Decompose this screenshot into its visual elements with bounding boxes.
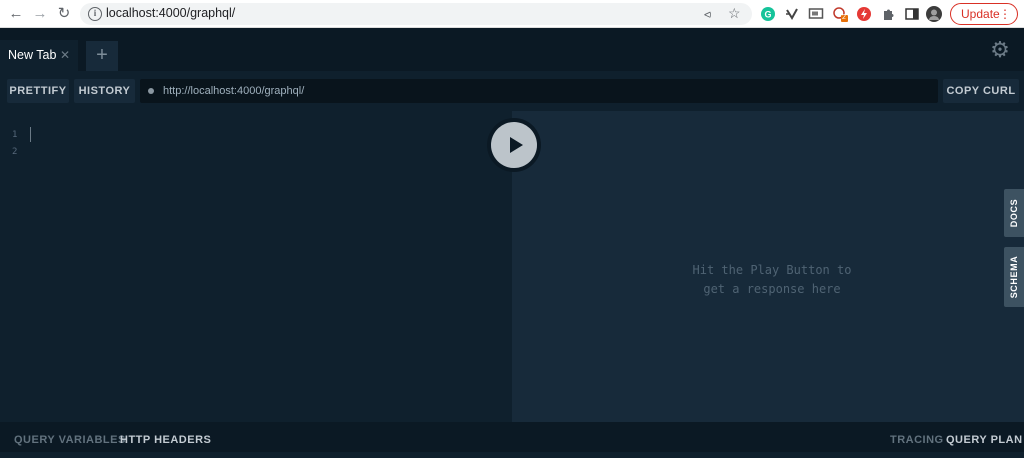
tab-new-tab[interactable]: New Tab ✕ [0,40,78,71]
http-headers-tab[interactable]: HTTP HEADERS [120,422,211,458]
line-number: 2 [12,147,18,157]
update-label: Update [961,7,1000,21]
settings-gear-icon[interactable]: ⚙ [988,38,1012,62]
result-pane: Hit the Play Button to get a response he… [512,111,1024,422]
add-tab-button[interactable]: + [86,41,118,71]
endpoint-url-input[interactable]: http://localhost:4000/graphql/ [140,79,938,103]
docs-tab[interactable]: DOCS [1004,189,1024,237]
browser-toolbar: ← → ↻ i localhost:4000/graphql/ ⪦ ☆ G 2 … [0,0,1024,28]
copy-curl-button[interactable]: COPY CURL [943,79,1019,103]
play-icon [510,137,523,153]
forward-arrow-icon[interactable]: → [30,4,50,24]
plus-icon: + [96,44,108,66]
svg-text:G: G [764,10,771,20]
line-number: 1 [12,130,18,140]
extension-icon[interactable] [784,6,800,22]
grammarly-extension-icon[interactable]: G [760,6,776,22]
play-button-circle [491,122,537,168]
prettify-button[interactable]: PRETTIFY [7,79,69,103]
back-arrow-icon[interactable]: ← [6,4,26,24]
extensions-puzzle-icon[interactable] [880,6,896,22]
tracing-tab[interactable]: TRACING [890,422,944,458]
text-cursor [30,127,31,142]
history-button[interactable]: HISTORY [74,79,135,103]
profile-avatar[interactable] [926,6,942,22]
docs-tab-label: DOCS [1009,198,1019,228]
query-plan-tab[interactable]: QUERY PLAN [946,422,1023,458]
update-button[interactable]: Update ⋮ [950,3,1018,25]
schema-tab[interactable]: SCHEMA [1004,247,1024,307]
query-variables-tab[interactable]: QUERY VARIABLES [14,422,126,458]
red-extension-icon[interactable] [856,6,872,22]
bookmark-star-icon[interactable]: ☆ [728,5,741,22]
schema-tab-label: SCHEMA [1009,255,1019,299]
site-info-icon[interactable]: i [88,7,102,21]
close-tab-icon[interactable]: ✕ [60,40,70,71]
extension-badge: 2 [842,14,846,21]
tab-label: New Tab [8,48,57,62]
line-number-gutter: 1 2 [12,127,17,161]
side-panel-icon[interactable] [904,6,920,22]
screen-capture-extension-icon[interactable] [808,6,824,22]
more-menu-icon: ⋮ [999,7,1011,21]
address-bar[interactable]: i localhost:4000/graphql/ ⪦ ☆ [80,3,752,25]
notification-extension-icon[interactable]: 2 [832,6,848,22]
playground-tab-bar: New Tab ✕ + ⚙ [0,28,1024,71]
reload-icon[interactable]: ↻ [54,4,74,24]
address-url[interactable]: localhost:4000/graphql/ [106,6,235,20]
playground-toolbar: PRETTIFY HISTORY http://localhost:4000/g… [0,71,1024,111]
query-editor[interactable]: 1 2 [0,111,512,422]
result-placeholder: Hit the Play Button to get a response he… [692,263,852,296]
share-icon[interactable]: ⪦ [704,6,711,22]
bottom-bar: QUERY VARIABLES HTTP HEADERS TRACING QUE… [0,422,1024,452]
connection-status-dot [148,88,154,94]
endpoint-url[interactable]: http://localhost:4000/graphql/ [163,79,304,103]
execute-query-button[interactable] [487,118,541,172]
